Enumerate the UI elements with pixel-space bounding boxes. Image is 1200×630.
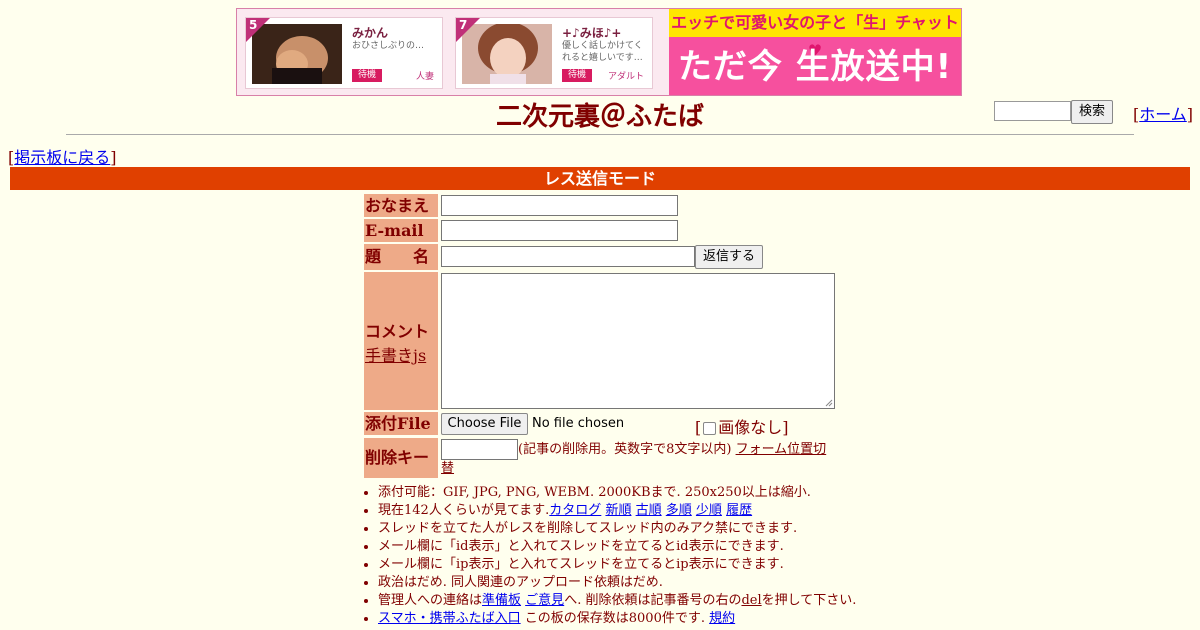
no-image-checkbox[interactable] <box>703 422 717 435</box>
ad-name: +♪みほ♪+ <box>562 26 622 40</box>
bracket: [ <box>695 418 702 437</box>
rule-text: メール欄に「id表示」と入れてスレッドを立てるとid表示にできます. <box>378 539 784 554</box>
rule-item: 政治はだめ. 同人関連のアップロード依頼はだめ. <box>378 574 938 592</box>
rule-item: 管理人への連絡は準備板 ご意見へ. 削除依頼は記事番号の右のdelを押して下さい… <box>378 592 938 610</box>
submit-reply-button[interactable]: 返信する <box>695 245 763 269</box>
history-link[interactable]: 履歴 <box>726 503 752 518</box>
email-label: E-mail <box>364 219 438 242</box>
delete-key-label: 削除キー <box>364 438 438 478</box>
delete-key-note: (記事の削除用。英数字で8文字以内) フォーム位置切替 <box>441 440 831 478</box>
draw-js-link[interactable]: 手書きjs <box>365 346 426 365</box>
subject-label: 題 名 <box>364 244 438 270</box>
reply-mode-bar: レス送信モード <box>10 167 1190 190</box>
rule-item: 現在142人くらいが見てます.カタログ 新順 古順 多順 少順 履歴 <box>378 502 938 520</box>
rule-text: へ. 削除依頼は記事番号の右の <box>564 593 742 608</box>
ad-category: アダルト <box>607 72 644 82</box>
viewer-count-text: 現在142人くらいが見てます. <box>378 503 550 518</box>
ad-banner[interactable]: 5 みかん おひさしぶりの… 待機 人妻 7 +♪みほ♪+ 優しく話しかけてくれ… <box>236 8 962 96</box>
subject-field[interactable] <box>441 246 695 267</box>
resize-handle-icon[interactable] <box>825 399 833 407</box>
status-badge: 待機 <box>352 69 382 82</box>
file-label: 添付File <box>364 412 438 435</box>
comment-textarea[interactable] <box>441 273 835 409</box>
back-to-board-link[interactable]: 掲示板に戻る <box>14 148 110 167</box>
rule-text: 添付可能：GIF, JPG, PNG, WEBM. 2000KBまで. 250x… <box>378 485 811 500</box>
comment-label-cell: コメント 手書きjs <box>364 272 438 410</box>
bracket: ] <box>110 148 117 167</box>
choose-file-button[interactable]: Choose File <box>441 413 528 435</box>
status-badge: 待機 <box>562 69 592 82</box>
ad-desc: 優しく話しかけてくれると嬉しいです… <box>562 41 643 63</box>
catalog-link[interactable]: カタログ <box>549 503 601 518</box>
delete-key-hint: (記事の削除用。英数字で8文字以内) <box>518 442 732 457</box>
del-link[interactable]: del <box>741 593 761 608</box>
sort-old-link[interactable]: 古順 <box>636 503 662 518</box>
rank-number: 7 <box>459 18 468 32</box>
feedback-link[interactable]: ご意見 <box>525 593 564 608</box>
file-status: No file chosen <box>532 416 625 431</box>
rule-item: メール欄に「ip表示」と入れてスレッドを立てるとip表示にできます. <box>378 556 938 574</box>
rule-item: 添付可能：GIF, JPG, PNG, WEBM. 2000KBまで. 250x… <box>378 484 938 502</box>
terms-link[interactable]: 規約 <box>709 611 735 626</box>
home-link[interactable]: ホーム <box>1139 105 1187 124</box>
sort-many-link[interactable]: 多順 <box>666 503 692 518</box>
rank-number: 5 <box>249 18 258 32</box>
mobile-entry-link[interactable]: スマホ・携帯ふたば入口 <box>378 611 521 626</box>
rule-text: 政治はだめ. 同人関連のアップロード依頼はだめ. <box>378 575 663 590</box>
prep-board-link[interactable]: 準備板 <box>482 593 521 608</box>
name-label: おなまえ <box>364 194 438 217</box>
rule-text: 管理人への連絡は <box>378 593 483 608</box>
rule-text: メール欄に「ip表示」と入れてスレッドを立てるとip表示にできます. <box>378 557 784 572</box>
rule-text: この板の保存数は8000件です. <box>520 611 710 626</box>
bracket: ] <box>1186 105 1194 124</box>
sort-new-link[interactable]: 新順 <box>605 503 631 518</box>
rule-text: を押して下さい. <box>761 593 857 608</box>
ad-name: みかん <box>352 26 389 40</box>
rule-item: スレッドを立てた人がレスを削除してスレッド内のみアク禁にできます. <box>378 520 938 538</box>
board-rules-list: 添付可能：GIF, JPG, PNG, WEBM. 2000KBまで. 250x… <box>360 484 938 628</box>
back-nav: [掲示板に戻る] <box>8 144 117 168</box>
rule-item: スマホ・携帯ふたば入口 この板の保存数は8000件です. 規約 <box>378 610 938 628</box>
rule-item: メール欄に「id表示」と入れてスレッドを立てるとid表示にできます. <box>378 538 938 556</box>
search-input[interactable] <box>994 101 1071 121</box>
no-image-label: 画像なし <box>718 418 783 437</box>
live-ad-headline: ただ今 生放送中! <box>677 47 953 87</box>
bracket: ] <box>782 418 789 437</box>
rule-text: スレッドを立てた人がレスを削除してスレッド内のみアク禁にできます. <box>378 521 798 536</box>
home-nav: [ホーム] <box>1133 101 1193 125</box>
sort-few-link[interactable]: 少順 <box>696 503 722 518</box>
ad-desc: おひさしぶりの… <box>352 41 425 51</box>
comment-label: コメント <box>365 322 430 341</box>
ad-category: 人妻 <box>415 72 434 82</box>
ad-card-2[interactable]: 7 +♪みほ♪+ 優しく話しかけてくれると嬉しいです… 待機 アダルト <box>455 17 653 89</box>
live-chat-ad[interactable]: エッチで可愛い女の子と「生」チャット♥ ただ今 生放送中! <box>669 9 961 95</box>
name-field[interactable] <box>441 195 678 216</box>
search-button[interactable]: 検索 <box>1071 100 1113 124</box>
no-image-option: [ 画像なし] <box>695 414 789 438</box>
live-ad-tagline: エッチで可愛い女の子と「生」チャット♥ <box>669 9 961 60</box>
ad-card-1[interactable]: 5 みかん おひさしぶりの… 待機 人妻 <box>245 17 443 89</box>
divider <box>66 134 1134 135</box>
email-field[interactable] <box>441 220 678 241</box>
